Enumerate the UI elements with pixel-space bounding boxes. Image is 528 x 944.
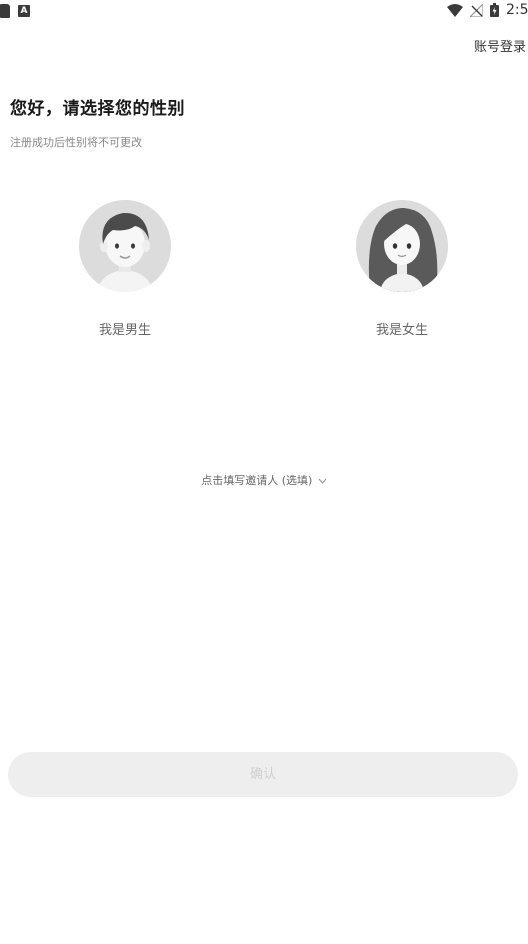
female-option[interactable]: 我是女生 — [356, 200, 448, 338]
gender-selection-screen: A 2:56 账号登录 您好，请选择您的性别 注册成功后性别将不可更改 — [0, 0, 528, 944]
female-avatar-icon[interactable] — [356, 200, 448, 292]
male-option[interactable]: 我是男生 — [79, 200, 171, 338]
sim-card-icon — [0, 4, 10, 18]
page-subtitle: 注册成功后性别将不可更改 — [10, 136, 142, 149]
confirm-button[interactable]: 确认 — [8, 752, 518, 797]
no-signal-icon — [470, 3, 483, 17]
chevron-down-icon — [318, 478, 327, 484]
a-icon: A — [18, 5, 30, 17]
male-option-label: 我是男生 — [98, 323, 151, 338]
female-option-label: 我是女生 — [375, 323, 428, 338]
male-avatar-icon[interactable] — [79, 200, 171, 292]
account-login-link[interactable]: 账号登录 — [474, 36, 528, 55]
status-time: 2:56 — [506, 2, 528, 18]
inviter-text: 点击填写邀请人 (选填) — [201, 474, 313, 487]
wifi-icon — [447, 3, 463, 17]
status-bar-left: A — [0, 4, 30, 18]
status-bar: A 2:56 — [0, 0, 528, 24]
page-title: 您好，请选择您的性别 — [10, 99, 185, 119]
status-bar-right: 2:56 — [447, 2, 528, 18]
battery-icon — [490, 3, 499, 17]
inviter-link[interactable]: 点击填写邀请人 (选填) — [0, 472, 528, 488]
